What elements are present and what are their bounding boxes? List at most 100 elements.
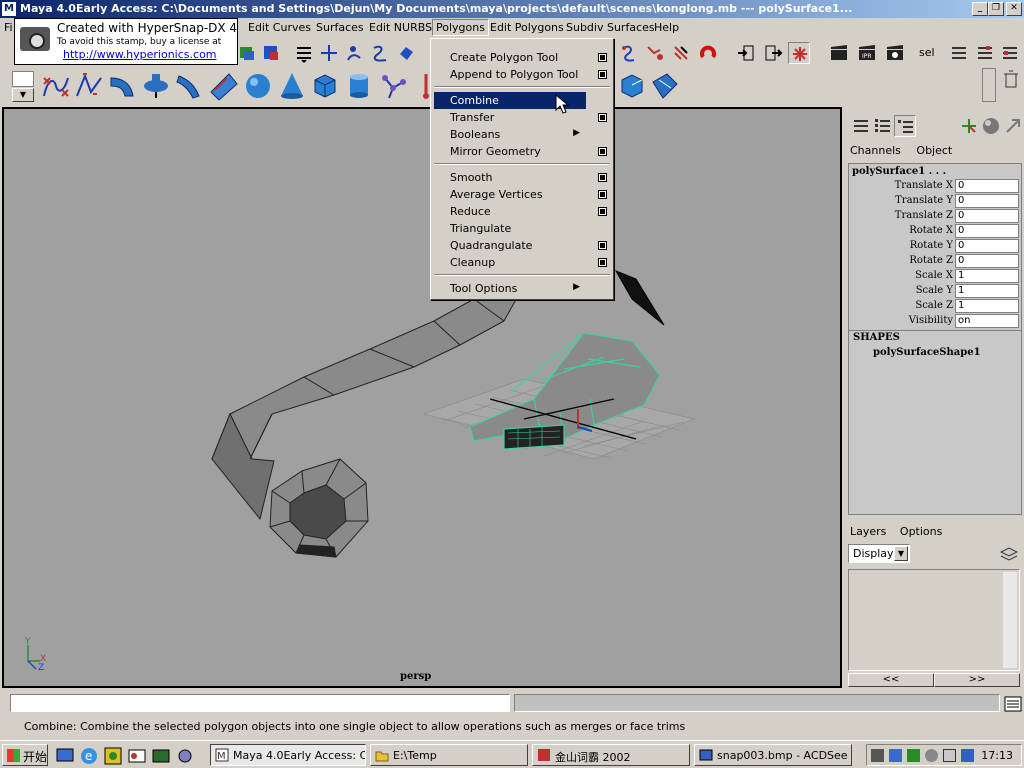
menu-quadrangulate[interactable]: Quadrangulate xyxy=(434,237,610,254)
planar-surface-icon[interactable] xyxy=(207,70,239,102)
attr-value-field[interactable]: 0 xyxy=(955,179,1019,193)
tab-object[interactable]: Object xyxy=(916,144,952,157)
menu-edit-polygons[interactable]: Edit Polygons xyxy=(490,21,564,34)
network-icon[interactable] xyxy=(889,749,902,762)
menu-cleanup[interactable]: Cleanup xyxy=(434,254,610,271)
attr-label[interactable]: Scale Z xyxy=(915,300,953,311)
poly-cylinder-icon[interactable] xyxy=(343,70,375,102)
select-by-object-type-icon[interactable] xyxy=(260,42,282,64)
shading-sphere-icon[interactable] xyxy=(980,115,1002,137)
channel-box-toggle-icon[interactable] xyxy=(894,115,916,137)
attr-label[interactable]: Rotate Z xyxy=(909,255,953,266)
revolve-icon[interactable] xyxy=(140,70,172,102)
attr-label[interactable]: Translate Z xyxy=(895,210,953,221)
render-settings-icon[interactable] xyxy=(884,42,906,64)
poly-sphere-icon[interactable] xyxy=(242,70,274,102)
option-box-icon[interactable] xyxy=(598,53,607,62)
viewport-scene[interactable] xyxy=(4,109,840,686)
tab-layers[interactable]: Layers xyxy=(850,525,886,538)
poly-cube-icon[interactable] xyxy=(309,70,341,102)
menu-triangulate[interactable]: Triangulate xyxy=(434,220,610,237)
script-editor-icon[interactable] xyxy=(1002,693,1022,713)
keyboard-icon[interactable] xyxy=(871,749,884,762)
option-box-icon[interactable] xyxy=(598,207,607,216)
media-icon[interactable] xyxy=(102,745,122,765)
menu-help[interactable]: Help xyxy=(654,21,679,34)
option-box-icon[interactable] xyxy=(598,173,607,182)
layer-list[interactable] xyxy=(848,569,1020,671)
select-arrow-icon[interactable] xyxy=(1002,115,1024,137)
option-box-icon[interactable] xyxy=(598,241,607,250)
layer-list-scrollbar[interactable] xyxy=(1003,572,1017,668)
attr-label[interactable]: Rotate X xyxy=(909,225,953,236)
snap-to-curve-icon[interactable] xyxy=(343,42,365,64)
attr-label[interactable]: Scale Y xyxy=(916,285,953,296)
move-axes-icon[interactable] xyxy=(958,115,980,137)
menu-subdiv-surfaces[interactable]: Subdiv Surfaces xyxy=(566,21,655,34)
antivirus-icon[interactable] xyxy=(925,749,938,762)
menu-create-polygon-tool[interactable]: Create Polygon Tool xyxy=(434,49,610,66)
menu-edit-nurbs[interactable]: Edit NURBS xyxy=(369,21,432,34)
desktop-icon[interactable] xyxy=(54,745,74,763)
menu-append-polygon-tool[interactable]: Append to Polygon Tool xyxy=(434,66,610,83)
channel-box-icon[interactable] xyxy=(999,42,1021,64)
menu-edit-curves[interactable]: Edit Curves xyxy=(248,21,311,34)
history-icon[interactable] xyxy=(618,42,640,64)
menu-surfaces[interactable]: Surfaces xyxy=(316,21,364,34)
output-arrow-icon[interactable] xyxy=(762,42,784,64)
maya-icon[interactable]: M xyxy=(2,2,16,16)
loft-icon[interactable] xyxy=(173,70,205,102)
ipr-render-icon[interactable]: IPR xyxy=(856,42,878,64)
shield-icon[interactable] xyxy=(961,749,974,762)
shelf-tab-selector[interactable] xyxy=(12,71,34,87)
minimize-button[interactable]: _ xyxy=(972,2,988,16)
attribute-list-icon[interactable] xyxy=(872,115,894,137)
sel-field-label[interactable]: sel xyxy=(919,46,935,59)
attr-value-field[interactable]: 0 xyxy=(955,224,1019,238)
channel-box-layout-icon[interactable] xyxy=(850,115,872,137)
settings-icon[interactable] xyxy=(174,745,192,763)
option-box-icon[interactable] xyxy=(598,258,607,267)
close-button[interactable]: ✕ xyxy=(1006,2,1022,16)
select-by-hierarchy-icon[interactable] xyxy=(236,42,258,64)
render-globals-icon[interactable] xyxy=(788,42,810,64)
image-viewer-icon[interactable] xyxy=(150,745,170,763)
ep-curve-tool-icon[interactable] xyxy=(73,70,105,102)
shelf-menu-arrow-icon[interactable]: ▼ xyxy=(12,88,34,102)
attr-label[interactable]: Translate X xyxy=(895,180,953,191)
extrude-face-icon[interactable] xyxy=(616,70,648,102)
stamp-link[interactable]: http://www.hyperionics.com xyxy=(63,48,217,61)
menu-mirror-geometry[interactable]: Mirror Geometry xyxy=(434,143,610,160)
tab-channels[interactable]: Channels xyxy=(850,144,901,157)
poly-cone-icon[interactable] xyxy=(276,70,308,102)
input-arrow-icon[interactable] xyxy=(735,42,757,64)
attr-value-field[interactable]: 1 xyxy=(955,269,1019,283)
attr-value-field[interactable]: on xyxy=(955,314,1019,328)
layer-display-dropdown[interactable]: Display ▼ xyxy=(848,544,910,563)
joint-tool-icon[interactable] xyxy=(377,70,409,102)
menu-reduce[interactable]: Reduce xyxy=(434,203,610,220)
menu-polygons[interactable]: Polygons xyxy=(432,19,489,36)
menu-tool-options[interactable]: Tool Options ▶ xyxy=(434,280,610,297)
option-box-icon[interactable] xyxy=(598,113,607,122)
render-frame-icon[interactable] xyxy=(828,42,850,64)
task-explorer[interactable]: E:\Temp xyxy=(370,744,528,766)
tool-settings-icon[interactable] xyxy=(974,42,996,64)
tab-options[interactable]: Options xyxy=(900,525,942,538)
perspective-viewport[interactable]: Y X Z persp xyxy=(2,107,842,688)
snap-menu-icon[interactable] xyxy=(293,42,315,64)
attr-value-field[interactable]: 0 xyxy=(955,194,1019,208)
restore-button[interactable]: ❐ xyxy=(988,2,1004,16)
command-line-input[interactable] xyxy=(10,694,510,712)
option-box-icon[interactable] xyxy=(598,147,607,156)
construction-toggle-icon[interactable] xyxy=(670,42,692,64)
printer-icon[interactable] xyxy=(943,749,956,762)
attr-label[interactable]: Scale X xyxy=(915,270,953,281)
task-acdsee[interactable]: snap003.bmp - ACDSee ... xyxy=(694,744,852,766)
split-polygon-icon[interactable] xyxy=(649,70,681,102)
attr-value-field[interactable]: 1 xyxy=(955,284,1019,298)
cv-curve-tool-icon[interactable] xyxy=(40,70,72,102)
attr-label[interactable]: Translate Y xyxy=(895,195,953,206)
attr-value-field[interactable]: 1 xyxy=(955,299,1019,313)
construction-history-icon[interactable] xyxy=(643,42,665,64)
